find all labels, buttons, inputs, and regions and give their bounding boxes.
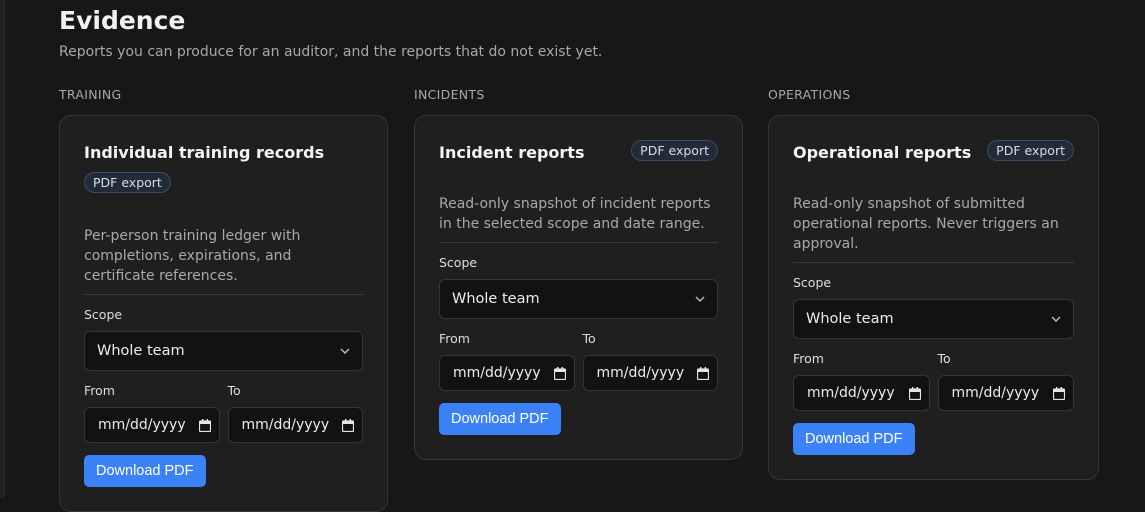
chevron-down-icon [1051, 314, 1061, 324]
card-title: Individual training records [84, 143, 325, 162]
scope-select[interactable]: Whole team [439, 279, 718, 319]
calendar-icon[interactable] [198, 418, 211, 432]
app-edge [0, 0, 5, 498]
card-spacer [793, 455, 1074, 479]
calendar-icon[interactable] [697, 366, 709, 380]
calendar-icon[interactable] [553, 366, 566, 380]
to-label: To [227, 383, 241, 398]
card-header: Incident reports PDF export [439, 140, 718, 162]
card-spacer [84, 487, 363, 511]
scope-select[interactable]: Whole team [793, 299, 1074, 339]
report-card-operations: Operational reports PDF export Read-only… [768, 115, 1099, 480]
to-field: To mm/dd/yyyy [582, 331, 718, 391]
card-header: Operational reports PDF export [793, 140, 1074, 162]
download-pdf-button[interactable]: Download PDF [439, 403, 561, 435]
category-label: TRAINING [59, 87, 122, 102]
from-date-placeholder: mm/dd/yyyy [807, 385, 895, 401]
category-label: INCIDENTS [414, 87, 485, 102]
card-description: Read-only snapshot of incident reports i… [439, 194, 718, 243]
from-date-input[interactable]: mm/dd/yyyy [793, 375, 930, 411]
to-label: To [582, 331, 596, 346]
scope-select-value: Whole team [452, 291, 540, 307]
to-date-placeholder: mm/dd/yyyy [241, 417, 330, 433]
to-date-placeholder: mm/dd/yyyy [951, 385, 1040, 401]
card-spacer [439, 435, 718, 459]
calendar-icon[interactable] [342, 418, 354, 432]
card-title: Operational reports [793, 143, 972, 162]
from-label: From [793, 351, 824, 366]
to-date-input[interactable]: mm/dd/yyyy [582, 355, 718, 391]
from-label: From [439, 331, 470, 346]
from-date-placeholder: mm/dd/yyyy [98, 417, 186, 433]
column-incidents: INCIDENTS Incident reports PDF export Re… [414, 87, 745, 460]
page-subtitle: Reports you can produce for an auditor, … [59, 44, 603, 60]
to-date-input[interactable]: mm/dd/yyyy [227, 407, 363, 443]
from-label: From [84, 383, 115, 398]
report-card-training: Individual training records PDF export P… [59, 115, 388, 512]
to-field: To mm/dd/yyyy [937, 351, 1074, 411]
scope-select-value: Whole team [806, 311, 894, 327]
to-date-placeholder: mm/dd/yyyy [596, 365, 685, 381]
to-field: To mm/dd/yyyy [227, 383, 363, 443]
card-description: Read-only snapshot of submitted operatio… [793, 194, 1074, 263]
date-range: From mm/dd/yyyy To mm/dd/yyyy [793, 351, 1074, 411]
chevron-down-icon [340, 346, 350, 356]
from-field: From mm/dd/yyyy [439, 331, 575, 391]
from-date-input[interactable]: mm/dd/yyyy [84, 407, 220, 443]
from-date-placeholder: mm/dd/yyyy [453, 365, 541, 381]
scope-label: Scope [439, 255, 478, 270]
chevron-down-icon [695, 294, 705, 304]
scope-label: Scope [84, 307, 123, 322]
report-card-incidents: Incident reports PDF export Read-only sn… [414, 115, 743, 460]
to-date-input[interactable]: mm/dd/yyyy [937, 375, 1074, 411]
card-title: Incident reports [439, 143, 585, 162]
scope-select[interactable]: Whole team [84, 331, 363, 371]
card-header: Individual training records PDF export [84, 140, 363, 193]
to-label: To [937, 351, 951, 366]
date-range: From mm/dd/yyyy To mm/dd/yyyy [439, 331, 718, 391]
download-pdf-button[interactable]: Download PDF [793, 423, 915, 455]
scope-select-value: Whole team [97, 343, 185, 359]
date-range: From mm/dd/yyyy To mm/dd/yyyy [84, 383, 363, 443]
from-field: From mm/dd/yyyy [793, 351, 930, 411]
pdf-export-badge: PDF export [987, 140, 1074, 161]
calendar-icon[interactable] [908, 386, 921, 400]
card-description: Per-person training ledger with completi… [84, 226, 363, 295]
from-date-input[interactable]: mm/dd/yyyy [439, 355, 575, 391]
page-title: Evidence [59, 6, 186, 35]
download-pdf-button[interactable]: Download PDF [84, 455, 206, 487]
calendar-icon[interactable] [1053, 386, 1065, 400]
pdf-export-badge: PDF export [631, 140, 718, 161]
scope-label: Scope [793, 275, 832, 290]
column-operations: OPERATIONS Operational reports PDF expor… [768, 87, 1099, 480]
category-label: OPERATIONS [768, 87, 851, 102]
pdf-export-badge: PDF export [84, 172, 171, 193]
column-training: TRAINING Individual training records PDF… [59, 87, 390, 512]
from-field: From mm/dd/yyyy [84, 383, 220, 443]
